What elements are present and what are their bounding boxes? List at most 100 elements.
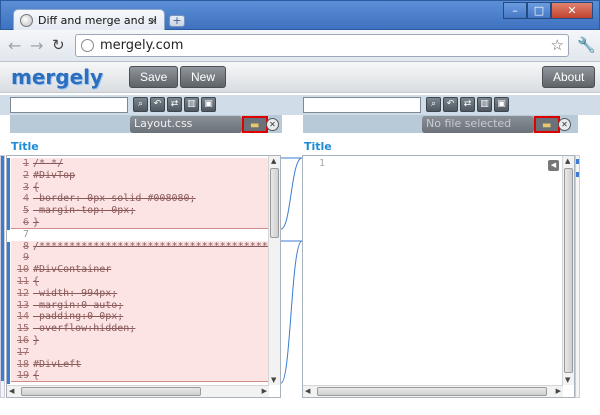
browser-titlebar: Diff and merge and share × + – □ ✕ <box>0 0 600 31</box>
line-text: { <box>33 275 40 287</box>
line-text: { <box>33 370 40 382</box>
line-number: 18 <box>16 358 29 370</box>
forward-arrow-icon[interactable]: → <box>30 36 43 55</box>
scroll-thumb[interactable] <box>21 387 201 396</box>
code-line: 1 <box>307 158 567 170</box>
line-text: #DivTop <box>33 169 76 181</box>
url-text: mergely.com <box>100 38 184 53</box>
save-disk-icon[interactable]: ▣ <box>494 97 509 112</box>
line-number: 1 <box>318 158 325 169</box>
page-icon <box>81 39 94 52</box>
swap-icon[interactable]: ⇄ <box>167 97 182 112</box>
globe-icon <box>20 14 33 27</box>
scroll-thumb[interactable] <box>564 168 573 373</box>
save-disk-icon[interactable]: ▣ <box>201 97 216 112</box>
line-number: 19 <box>16 370 29 382</box>
scroll-left-icon[interactable]: ◀ <box>9 387 14 395</box>
trash-icon[interactable]: ▥ <box>477 97 492 112</box>
right-vertical-scrollbar[interactable]: ▲ ▼ <box>562 156 574 385</box>
line-text: #DivLeft <box>33 358 82 370</box>
folder-icon: ▬ <box>250 120 260 131</box>
line-text: #DivContainer <box>33 264 112 276</box>
line-number: 14 <box>16 311 29 323</box>
left-title: Title <box>11 140 39 153</box>
swap-icon[interactable]: ⇄ <box>460 97 475 112</box>
wrench-icon[interactable]: 🔧 <box>577 36 596 54</box>
right-horizontal-scrollbar[interactable]: ◀ ▶ <box>303 385 563 397</box>
left-toolbar-buttons: ⌕ ↶ ⇄ ▥ ▣ <box>133 97 216 112</box>
right-code-lines: 1 <box>307 158 567 170</box>
line-text: margin:0 auto; <box>33 299 124 311</box>
left-clear-icon[interactable]: ✕ <box>266 118 279 131</box>
line-number: 1 <box>22 158 29 169</box>
line-number: 15 <box>16 323 29 335</box>
line-text: padding:0 0px; <box>33 311 124 323</box>
search-icon[interactable]: ⌕ <box>426 97 441 112</box>
left-vertical-scrollbar[interactable]: ▲ ▼ <box>268 156 280 385</box>
scroll-right-icon[interactable]: ▶ <box>556 387 561 395</box>
scroll-thumb[interactable] <box>270 168 279 238</box>
diff-marker <box>7 158 10 230</box>
left-editor[interactable]: 1/* */2 #DivTop 3{4 border: 0px solid #008… <box>6 155 281 398</box>
right-clear-icon[interactable]: ✕ <box>558 118 571 131</box>
code-line: 6} <box>11 216 271 229</box>
right-open-file-button[interactable]: ▬ <box>534 116 560 133</box>
scroll-right-icon[interactable]: ▶ <box>262 387 267 395</box>
left-open-file-button[interactable]: ▬ <box>242 116 268 133</box>
app-header: mergely Save New About <box>0 62 600 93</box>
code-line: 8 /************************************** <box>11 240 271 253</box>
scroll-down-icon[interactable]: ▼ <box>271 376 276 384</box>
minimize-button[interactable]: – <box>503 2 527 19</box>
code-line: 10 #DivContainer <box>11 264 271 276</box>
code-line: 12 width: 994px; <box>11 287 271 300</box>
right-search-input[interactable] <box>303 97 421 113</box>
code-line: 3{ <box>11 181 271 194</box>
right-title: Title <box>304 140 332 153</box>
code-line: 18 #DivLeft <box>11 358 271 371</box>
scroll-up-icon[interactable]: ▲ <box>271 157 276 165</box>
address-bar[interactable]: mergely.com ☆ <box>75 34 569 57</box>
about-button[interactable]: About <box>542 66 596 88</box>
line-text: overflow:hidden; <box>33 323 136 335</box>
scroll-up-icon[interactable]: ▲ <box>565 157 570 165</box>
new-button[interactable]: New <box>180 66 227 88</box>
line-number: 17 <box>16 346 29 358</box>
line-text: } <box>33 334 40 346</box>
scroll-left-icon[interactable]: ◀ <box>305 387 310 395</box>
line-number: 10 <box>16 264 29 276</box>
scroll-thumb[interactable] <box>317 387 547 396</box>
line-number: 2 <box>22 169 29 181</box>
right-diff-map <box>575 155 580 398</box>
undo-icon[interactable]: ↶ <box>150 97 165 112</box>
map-block <box>576 159 579 164</box>
close-window-button[interactable]: ✕ <box>551 2 593 19</box>
map-block <box>1 156 4 381</box>
diff-connectors <box>281 157 302 384</box>
line-text: } <box>33 216 40 228</box>
maximize-button[interactable]: □ <box>527 2 551 19</box>
trash-icon[interactable]: ▥ <box>184 97 199 112</box>
left-search-input[interactable] <box>10 97 128 113</box>
right-editor[interactable]: 1 ◀ ▲ ▼ ◀ ▶ <box>302 155 575 398</box>
line-number: 12 <box>16 287 29 299</box>
left-horizontal-scrollbar[interactable]: ◀ ▶ <box>7 385 269 397</box>
new-tab-button[interactable]: + <box>169 15 185 27</box>
bookmark-star-icon[interactable]: ☆ <box>551 36 564 54</box>
scroll-down-icon[interactable]: ▼ <box>565 376 570 384</box>
right-filename: No file selected <box>422 116 534 133</box>
tab-close-icon[interactable]: × <box>149 14 158 27</box>
folder-icon: ▬ <box>542 120 552 131</box>
line-text: margin-top: 0px; <box>33 205 136 217</box>
code-line: 11 { <box>11 275 271 288</box>
back-arrow-icon[interactable]: ← <box>8 36 21 55</box>
code-line: 19 { <box>11 370 271 383</box>
browser-tab[interactable]: Diff and merge and share × <box>13 9 165 31</box>
line-number: 6 <box>22 216 29 228</box>
line-text: { <box>33 181 40 193</box>
search-icon[interactable]: ⌕ <box>133 97 148 112</box>
save-button[interactable]: Save <box>129 66 179 88</box>
reload-icon[interactable]: ↻ <box>52 36 65 54</box>
undo-icon[interactable]: ↶ <box>443 97 458 112</box>
code-line: 17 <box>11 346 271 359</box>
collapse-icon[interactable]: ◀ <box>548 160 559 171</box>
